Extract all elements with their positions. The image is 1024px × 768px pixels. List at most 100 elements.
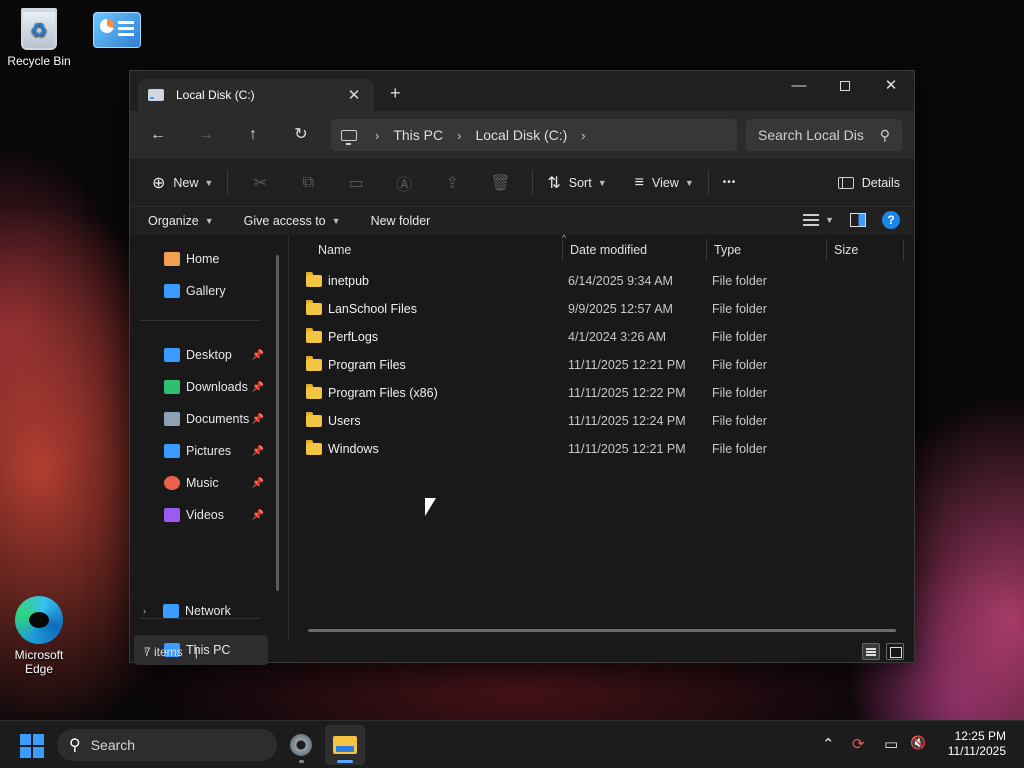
column-divider[interactable] xyxy=(903,239,904,261)
delete-button[interactable]: 🗑 xyxy=(476,167,524,199)
file-row-program-files[interactable]: Program Files 11/11/2025 12:21 PM File f… xyxy=(306,351,902,379)
details-label: Details xyxy=(861,176,900,190)
rename-button[interactable]: Ⓐ xyxy=(380,167,428,199)
pin-icon[interactable]: 📌 xyxy=(252,382,264,393)
sync-status-icon[interactable]: ⟳ xyxy=(852,735,865,753)
help-icon[interactable]: ? xyxy=(882,211,900,229)
large-icons-view-button[interactable] xyxy=(886,643,904,660)
preview-pane-icon[interactable] xyxy=(850,213,866,227)
sidebar-network-row[interactable]: › Network xyxy=(133,596,267,626)
chevron-right-icon[interactable]: › xyxy=(581,128,585,143)
new-button[interactable]: ⊕ New ▼ xyxy=(146,167,219,199)
sidebar-item-desktop[interactable]: Desktop 📌 xyxy=(134,340,268,370)
file-name: Program Files xyxy=(328,358,406,372)
file-name: PerfLogs xyxy=(328,330,379,344)
organize-menu[interactable]: Organize ▼ xyxy=(148,214,214,228)
new-tab-button[interactable]: + xyxy=(390,83,401,104)
desktop-microsoft-edge[interactable]: Microsoft Edge xyxy=(1,596,77,676)
expand-chevron-icon[interactable]: › xyxy=(143,606,146,616)
search-input[interactable]: Search Local Dis ⚲ xyxy=(746,119,902,151)
horizontal-scrollbar[interactable] xyxy=(308,629,896,632)
sidebar-item-gallery[interactable]: Gallery xyxy=(134,276,268,306)
search-placeholder: Search Local Dis xyxy=(758,127,864,143)
windows-logo-tile xyxy=(33,747,44,758)
minimize-button[interactable]: — xyxy=(776,71,822,103)
close-window-button[interactable]: ✕ xyxy=(868,71,914,103)
title-bar[interactable]: Local Disk (C:) ✕ + — ✕ xyxy=(130,71,914,111)
copy-button[interactable]: ⧉ xyxy=(284,167,332,199)
sidebar-item-pictures[interactable]: Pictures 📌 xyxy=(134,436,268,466)
column-header-type[interactable]: Type xyxy=(708,235,824,265)
change-view-icon[interactable] xyxy=(803,214,820,226)
chevron-right-icon[interactable]: › xyxy=(457,128,461,143)
view-button[interactable]: ≡ View ▼ xyxy=(629,167,700,199)
pane-divider[interactable] xyxy=(288,235,289,640)
start-button[interactable] xyxy=(20,734,44,758)
column-divider[interactable] xyxy=(562,239,563,261)
navigation-pane: Home Gallery Desktop 📌 Downloads 📌 Docum… xyxy=(130,235,280,665)
pin-icon[interactable]: 📌 xyxy=(252,446,264,457)
sidebar-item-downloads[interactable]: Downloads 📌 xyxy=(134,372,268,402)
network-icon xyxy=(163,604,179,618)
refresh-button[interactable]: ↻ xyxy=(289,123,313,147)
plus-circle-icon: ⊕ xyxy=(152,174,166,192)
pin-icon[interactable]: 📌 xyxy=(252,414,264,425)
sidebar-item-label: Home xyxy=(186,252,220,266)
paste-button[interactable]: ▭ xyxy=(332,167,380,199)
file-type: File folder xyxy=(712,330,767,344)
taskbar-search-box[interactable]: ⚲ Search xyxy=(57,729,277,761)
show-hidden-icons-chevron-icon[interactable]: ⌃ xyxy=(822,735,835,753)
column-divider[interactable] xyxy=(706,239,707,261)
file-type: File folder xyxy=(712,302,767,316)
pin-icon[interactable]: 📌 xyxy=(252,478,264,489)
new-folder-button[interactable]: New folder xyxy=(371,214,431,228)
system-clock[interactable]: 12:25 PM 11/11/2025 xyxy=(948,729,1006,759)
sidebar-item-home[interactable]: Home xyxy=(134,244,268,274)
file-row-lanschool-files[interactable]: LanSchool Files 9/9/2025 12:57 AM File f… xyxy=(306,295,902,323)
edge-icon xyxy=(15,596,63,644)
file-row-perflogs[interactable]: PerfLogs 4/1/2024 3:26 AM File folder xyxy=(306,323,902,351)
sidebar-item-music[interactable]: Music 📌 xyxy=(134,468,268,498)
taskbar-settings-app[interactable] xyxy=(281,725,321,765)
breadcrumb-local-disk[interactable]: Local Disk (C:) xyxy=(475,127,567,143)
sidebar-item-network[interactable] xyxy=(134,502,268,532)
details-view-button[interactable] xyxy=(862,643,880,660)
sort-button[interactable]: ⇅ Sort ▼ xyxy=(541,167,612,199)
maximize-button[interactable] xyxy=(822,71,868,103)
desktop-recycle-bin[interactable]: Recycle Bin xyxy=(1,8,77,68)
tab-close-button[interactable]: ✕ xyxy=(344,86,364,104)
drive-icon xyxy=(148,89,164,101)
column-header-date-modified[interactable]: Date modified xyxy=(564,235,704,265)
cut-button[interactable]: ✂ xyxy=(236,167,284,199)
windows-logo-tile xyxy=(20,747,31,758)
column-header-size[interactable]: Size xyxy=(828,235,900,265)
display-icon[interactable]: ▭ xyxy=(884,735,898,753)
chevron-right-icon[interactable]: › xyxy=(375,128,379,143)
tab-local-disk[interactable]: Local Disk (C:) ✕ xyxy=(138,79,374,111)
item-count: 7 items xyxy=(144,645,183,659)
file-row-windows[interactable]: Windows 11/11/2025 12:21 PM File folder xyxy=(306,435,902,463)
taskbar-file-explorer-app[interactable] xyxy=(325,725,365,765)
file-name: Program Files (x86) xyxy=(328,386,438,400)
share-button[interactable]: ⇪ xyxy=(428,167,476,199)
give-access-menu[interactable]: Give access to ▼ xyxy=(244,214,341,228)
forward-button[interactable]: → xyxy=(194,123,218,147)
see-more-button[interactable]: ••• xyxy=(717,167,743,199)
breadcrumb-this-pc[interactable]: This PC xyxy=(393,127,443,143)
desktop-control-panel[interactable] xyxy=(79,12,155,52)
file-row-users[interactable]: Users 11/11/2025 12:24 PM File folder xyxy=(306,407,902,435)
sidebar-scrollbar[interactable] xyxy=(276,255,279,591)
file-row-inetpub[interactable]: inetpub 6/14/2025 9:34 AM File folder xyxy=(306,267,902,295)
column-header-name[interactable]: Name xyxy=(312,235,562,265)
chevron-down-icon[interactable]: ▼ xyxy=(825,215,834,225)
file-row-program-files-x86[interactable]: Program Files (x86) 11/11/2025 12:22 PM … xyxy=(306,379,902,407)
file-name: Windows xyxy=(328,442,379,456)
details-pane-button[interactable]: Details xyxy=(837,167,900,199)
pin-icon[interactable]: 📌 xyxy=(252,350,264,361)
address-bar[interactable]: › This PC › Local Disk (C:) › xyxy=(331,119,737,151)
volume-muted-icon[interactable]: 🔇 xyxy=(910,735,926,751)
up-button[interactable]: ↑ xyxy=(241,123,265,147)
column-divider[interactable] xyxy=(826,239,827,261)
sidebar-item-documents[interactable]: Documents 📌 xyxy=(134,404,268,434)
back-button[interactable]: ← xyxy=(146,123,170,147)
